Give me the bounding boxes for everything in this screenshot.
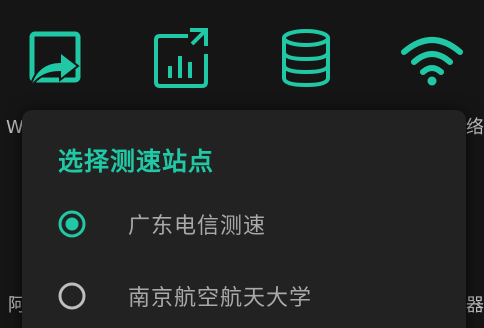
radio-unselected-icon[interactable] <box>58 282 86 310</box>
server-option-guangdong-telecom[interactable]: 广东电信测速 <box>44 196 464 252</box>
background-label-right-top: 络 <box>466 117 484 138</box>
database-icon <box>282 29 330 88</box>
radio-selected-icon[interactable] <box>58 210 86 238</box>
app-screen: W 络 阿 器 选择测速站点 广东电信测速 南京航空航天大学 <box>0 0 484 328</box>
wifi-icon <box>401 37 463 86</box>
dialog-title: 选择测速站点 <box>58 147 215 176</box>
share-button[interactable] <box>18 22 90 94</box>
share-icon <box>29 31 81 89</box>
speed-chart-button[interactable] <box>144 22 216 94</box>
toolbar <box>0 0 484 110</box>
background-label-right-bottom: 器 <box>466 295 484 316</box>
chart-icon <box>154 28 208 88</box>
server-option-nuaa[interactable]: 南京航空航天大学 <box>44 268 464 324</box>
database-button[interactable] <box>270 22 342 94</box>
speed-test-server-dialog: 选择测速站点 广东电信测速 南京航空航天大学 <box>22 110 466 328</box>
option-label: 南京航空航天大学 <box>128 286 313 311</box>
wifi-button[interactable] <box>396 22 468 94</box>
option-label: 广东电信测速 <box>128 214 267 239</box>
